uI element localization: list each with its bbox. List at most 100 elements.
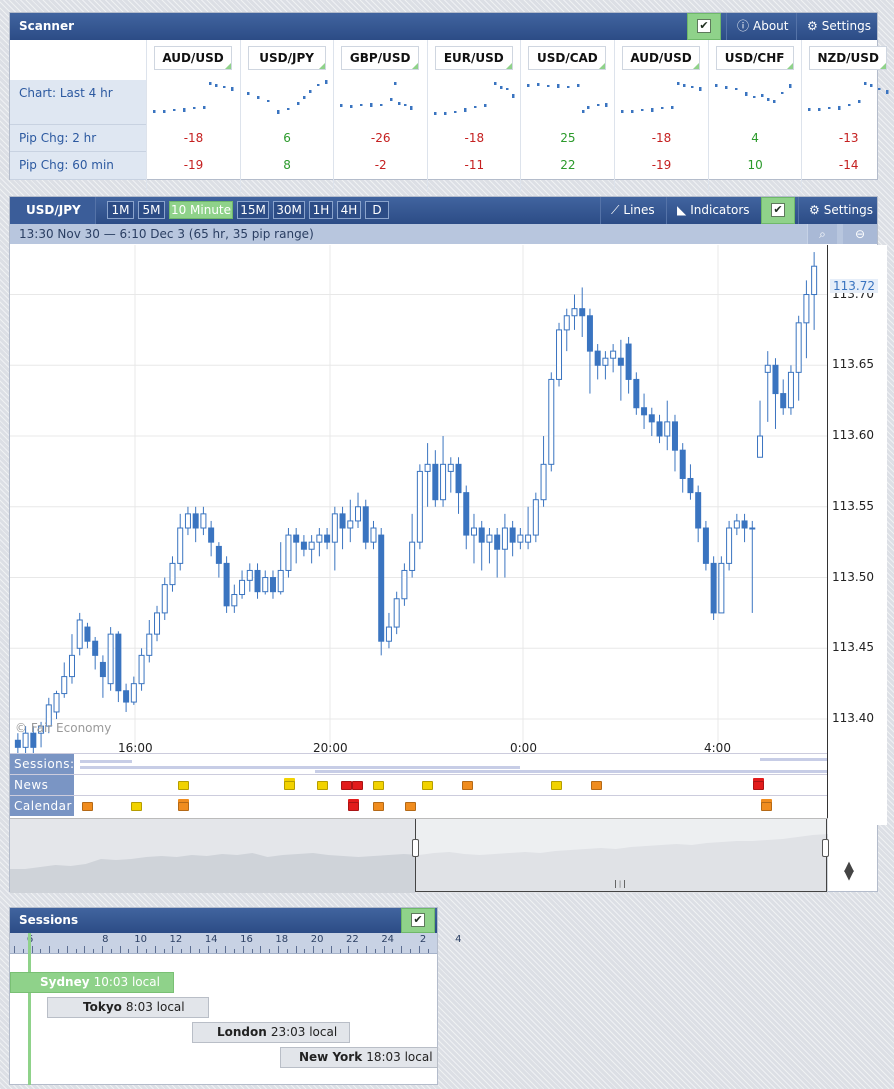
session-line: [760, 758, 827, 761]
pair-button[interactable]: AUD/USD: [622, 46, 700, 70]
low-impact-icon[interactable]: [551, 781, 562, 790]
pair-column[interactable]: USD/CAD 25 22: [520, 40, 613, 192]
medium-impact-icon[interactable]: [591, 781, 602, 790]
candle[interactable]: [285, 528, 292, 578]
candle[interactable]: [556, 322, 563, 387]
timeframe-4h[interactable]: 4H: [337, 201, 361, 219]
scanner-toggle-checkbox[interactable]: ✔: [687, 13, 721, 40]
medium-impact-icon[interactable]: [82, 802, 93, 811]
sessions-toggle-checkbox[interactable]: ✔: [401, 908, 435, 933]
candle[interactable]: [107, 627, 114, 691]
sparkline[interactable]: [153, 78, 235, 130]
pair-button[interactable]: USD/CAD: [528, 46, 607, 70]
candle[interactable]: [787, 365, 794, 415]
price-axis[interactable]: 113.70 113.65 113.60 113.55 113.50 113.45 113.…: [827, 245, 887, 825]
pair-column[interactable]: NZD/USD -13 -14: [801, 40, 894, 192]
pair-column[interactable]: AUD/USD -18 -19: [146, 40, 239, 192]
low-impact-icon[interactable]: [373, 781, 384, 790]
chart-toggle-checkbox[interactable]: ✔: [761, 197, 795, 224]
sparkline[interactable]: [340, 78, 422, 130]
session-london[interactable]: London 23:03 local: [192, 1022, 350, 1043]
high-impact-icon[interactable]: [348, 802, 359, 811]
sparkline[interactable]: [527, 78, 609, 130]
medium-impact-icon[interactable]: [178, 802, 189, 811]
candle[interactable]: [702, 520, 709, 571]
timeframe-1h[interactable]: 1H: [309, 201, 333, 219]
navigator-left-handle[interactable]: [412, 839, 419, 857]
pair-button[interactable]: USD/CHF: [715, 46, 794, 70]
pair-button[interactable]: GBP/USD: [341, 46, 420, 70]
sparkline[interactable]: [714, 78, 797, 130]
candle[interactable]: [710, 556, 717, 620]
low-impact-icon[interactable]: [178, 781, 189, 790]
high-impact-icon[interactable]: [753, 781, 764, 790]
hour-tick-mark: [401, 946, 403, 953]
hour-tick-mark: [49, 946, 51, 953]
pair-column[interactable]: USD/JPY 6 8: [239, 40, 333, 192]
spark-candle: [443, 112, 447, 115]
lines-button[interactable]: ⟋ Lines: [600, 197, 666, 224]
pair-column[interactable]: USD/CHF 4 10: [707, 40, 801, 192]
medium-impact-icon[interactable]: [462, 781, 473, 790]
navigator-right-handle[interactable]: [822, 839, 829, 857]
candle[interactable]: [378, 528, 385, 656]
about-button[interactable]: ⓘ About: [726, 13, 796, 40]
sparkline[interactable]: [808, 78, 890, 130]
candle[interactable]: [726, 520, 733, 571]
navigator[interactable]: |: [10, 818, 829, 893]
candle[interactable]: [718, 556, 725, 614]
session-tokyo[interactable]: Tokyo 8:03 local: [47, 997, 209, 1018]
timeframe-15m[interactable]: 15M: [237, 201, 269, 219]
row-label-chart: Chart: Last 4 hr: [10, 80, 146, 125]
pair-column[interactable]: AUD/USD -18 -19: [614, 40, 707, 192]
high-impact-icon[interactable]: [352, 781, 363, 790]
pair-column[interactable]: EUR/USD -18 -11: [426, 40, 520, 192]
sparkline[interactable]: [621, 78, 703, 130]
session-new-york[interactable]: New York 18:03 local: [280, 1047, 438, 1068]
chart-area[interactable]: © Fair Economy 16:00 20:00 0:00 4:00 113.70…: [10, 245, 887, 825]
pair-button[interactable]: AUD/USD: [154, 46, 232, 70]
spark-candle: [864, 82, 867, 85]
pair-button[interactable]: EUR/USD: [434, 46, 513, 70]
medium-impact-icon[interactable]: [405, 802, 416, 811]
low-impact-icon[interactable]: [131, 802, 142, 811]
sessions-title: Sessions: [19, 913, 79, 927]
session-sydney[interactable]: Sydney 10:03 local: [10, 972, 174, 993]
pair-button[interactable]: NZD/USD: [809, 46, 888, 70]
sparkline[interactable]: [433, 78, 516, 130]
navigator-scroll-grip[interactable]: |: [615, 880, 625, 888]
timeframe-5m[interactable]: 5M: [138, 201, 165, 219]
spark-candle: [557, 84, 560, 88]
zoom-out-button[interactable]: ⊖: [843, 224, 877, 244]
pip-change-2hr: -18: [651, 131, 672, 145]
candlestick-plot[interactable]: [10, 245, 828, 753]
symbol-tab[interactable]: USD/JPY: [10, 197, 96, 224]
resize-arrows-icon[interactable]: ▲ ▼: [844, 860, 854, 882]
hour-tick-label: 24: [381, 934, 395, 945]
timeframe-30m[interactable]: 30M: [273, 201, 305, 219]
low-impact-icon[interactable]: [284, 781, 295, 790]
candle[interactable]: [532, 492, 539, 543]
medium-impact-icon[interactable]: [761, 802, 772, 811]
timeframe-10-minute[interactable]: 10 Minute: [169, 201, 233, 219]
candle[interactable]: [362, 499, 369, 550]
candle[interactable]: [548, 372, 555, 472]
low-impact-icon[interactable]: [317, 781, 328, 790]
candle[interactable]: [416, 464, 423, 550]
pair-button[interactable]: USD/JPY: [247, 46, 326, 70]
hour-tick-label: 18: [275, 934, 289, 945]
medium-impact-icon[interactable]: [373, 802, 384, 811]
indicators-button[interactable]: ◣ Indicators: [666, 197, 762, 224]
timeframe-1m[interactable]: 1M: [107, 201, 134, 219]
high-impact-icon[interactable]: [341, 781, 352, 790]
low-impact-icon[interactable]: [422, 781, 433, 790]
zoom-in-button[interactable]: ⌕: [807, 224, 837, 244]
hour-tick-mark: [216, 949, 218, 953]
pair-column[interactable]: GBP/USD -26 -2: [333, 40, 426, 192]
timeframe-d[interactable]: D: [365, 201, 389, 219]
scanner-settings-button[interactable]: ⚙ Settings: [796, 13, 878, 40]
candle[interactable]: [223, 556, 230, 613]
sparkline[interactable]: [246, 78, 329, 130]
hour-tick-mark: [383, 946, 385, 953]
chart-settings-button[interactable]: ⚙ Settings: [798, 197, 878, 224]
